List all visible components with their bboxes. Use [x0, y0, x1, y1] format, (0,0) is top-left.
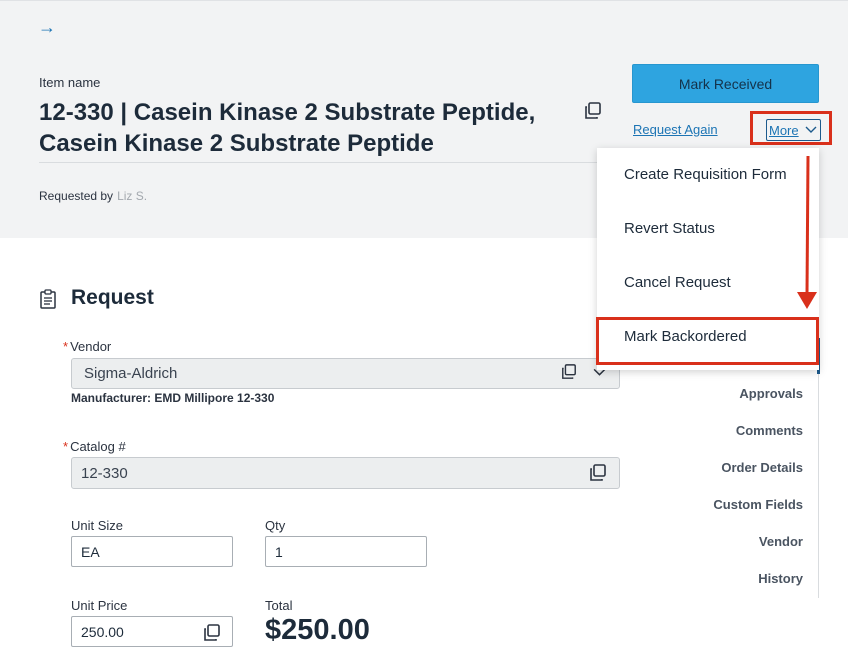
vendor-select[interactable]: Sigma-Aldrich [71, 358, 620, 389]
requested-by-label: Requested by [39, 189, 114, 203]
menu-item-revert-status[interactable]: Revert Status [597, 202, 819, 256]
vendor-label-text: Vendor [70, 339, 112, 354]
total-value: $250.00 [265, 614, 370, 646]
side-nav-track [818, 374, 819, 598]
menu-item-cancel-request[interactable]: Cancel Request [597, 256, 819, 310]
copy-icon[interactable] [589, 464, 607, 482]
item-name-label: Item name [39, 75, 101, 90]
item-title: 12-330 | Casein Kinase 2 Substrate Pepti… [39, 97, 569, 159]
requester-name: Liz S. [117, 189, 148, 203]
total-label: Total [265, 598, 293, 613]
side-nav-custom-fields[interactable]: Custom Fields [713, 497, 803, 512]
catalog-label-text: Catalog # [70, 439, 126, 454]
vendor-value: Sigma-Aldrich [84, 365, 178, 382]
vendor-label: * Vendor [63, 339, 111, 354]
side-nav-history[interactable]: History [758, 571, 803, 586]
copy-icon[interactable] [561, 364, 577, 380]
request-section-title: Request [71, 286, 154, 309]
menu-item-create-requisition-form[interactable]: Create Requisition Form [597, 148, 819, 202]
unit-size-label: Unit Size [71, 518, 124, 533]
item-title-line-2: Casein Kinase 2 Substrate Peptide [39, 130, 434, 157]
qty-input[interactable]: 1 [265, 536, 427, 567]
item-title-line-1: 12-330 | Casein Kinase 2 Substrate Pepti… [39, 99, 536, 126]
manufacturer-text: Manufacturer: EMD Millipore 12-330 [71, 391, 275, 405]
side-nav-comments[interactable]: Comments [736, 423, 803, 438]
copy-icon[interactable] [584, 102, 602, 120]
mark-received-button[interactable]: Mark Received [632, 64, 819, 103]
clipboard-icon [40, 289, 56, 309]
side-nav-vendor[interactable]: Vendor [759, 534, 803, 549]
unit-size-input[interactable]: EA [71, 536, 233, 567]
header-divider [39, 162, 605, 163]
side-nav-order-details[interactable]: Order Details [721, 460, 803, 475]
more-highlight-annotation [750, 111, 832, 145]
qty-value: 1 [275, 544, 283, 560]
catalog-input[interactable]: 12-330 [71, 457, 620, 489]
catalog-label: * Catalog # [63, 439, 126, 454]
catalog-value: 12-330 [81, 465, 128, 482]
side-nav-approvals[interactable]: Approvals [739, 386, 803, 401]
annotation-arrow-icon [797, 156, 817, 309]
unit-size-value: EA [81, 544, 100, 560]
unit-price-value: 250.00 [81, 624, 124, 640]
side-nav: Approvals Comments Order Details Custom … [690, 338, 820, 598]
qty-label: Qty [265, 518, 286, 533]
back-arrow-icon[interactable]: → [38, 17, 56, 38]
required-mark: * [63, 339, 69, 354]
requested-by: Requested by Liz S. [39, 189, 147, 203]
required-mark: * [63, 439, 69, 454]
unit-price-label: Unit Price [71, 598, 128, 613]
copy-icon[interactable] [203, 624, 221, 642]
backordered-highlight-annotation [596, 317, 819, 365]
request-again-link[interactable]: Request Again [633, 122, 718, 137]
